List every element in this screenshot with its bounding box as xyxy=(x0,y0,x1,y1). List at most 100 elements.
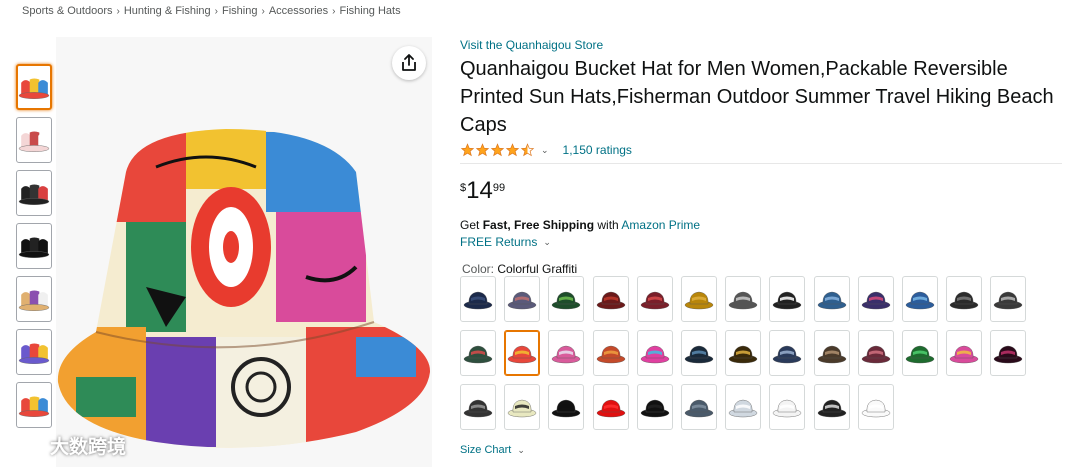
amazon-prime-link[interactable]: Amazon Prime xyxy=(621,218,700,232)
chevron-down-icon: ⌄ xyxy=(543,236,551,247)
bucket-hat-icon xyxy=(463,291,493,310)
share-button[interactable] xyxy=(392,46,426,80)
bucket-hat-icon xyxy=(596,291,626,310)
color-swatch[interactable] xyxy=(946,330,982,376)
thumbnail-list xyxy=(16,64,54,435)
color-swatch[interactable] xyxy=(681,384,717,430)
watermark-logo-icon xyxy=(12,438,45,454)
color-swatch[interactable] xyxy=(990,330,1026,376)
color-swatch[interactable] xyxy=(858,384,894,430)
bucket-hat-icon xyxy=(817,345,847,364)
color-swatch[interactable] xyxy=(769,330,805,376)
bucket-hat-icon xyxy=(640,399,670,418)
shipping-prefix: Get xyxy=(460,218,483,232)
breadcrumb-hunting-fishing[interactable]: Hunting & Fishing xyxy=(124,5,211,17)
thumb-black-hat[interactable] xyxy=(16,223,52,269)
breadcrumb-fishing-hats[interactable]: Fishing Hats xyxy=(339,5,400,17)
color-swatch[interactable] xyxy=(504,330,540,376)
bucket-hat-icon xyxy=(772,291,802,310)
thumb-hat-stack[interactable] xyxy=(16,382,52,428)
bucket-hat-icon xyxy=(463,345,493,364)
color-swatch[interactable] xyxy=(990,276,1026,322)
thumb-black-hat-side[interactable] xyxy=(16,170,52,216)
color-swatch[interactable] xyxy=(637,384,673,430)
breadcrumb-separator: › xyxy=(261,6,265,17)
bucket-hat-icon xyxy=(507,399,537,418)
color-swatch[interactable] xyxy=(504,276,540,322)
color-swatch[interactable] xyxy=(946,276,982,322)
bucket-hat-icon xyxy=(684,399,714,418)
color-swatch[interactable] xyxy=(769,384,805,430)
main-product-image[interactable] xyxy=(56,37,432,467)
bucket-hat-icon xyxy=(949,291,979,310)
bucket-hat-icon xyxy=(949,345,979,364)
color-swatch[interactable] xyxy=(548,330,584,376)
bucket-hat-icon xyxy=(507,291,537,310)
thumb-graffiti-hat[interactable] xyxy=(16,64,52,110)
color-swatch[interactable] xyxy=(725,330,761,376)
bucket-hat-icon xyxy=(463,399,493,418)
bucket-hat-icon xyxy=(993,291,1023,310)
color-swatch[interactable] xyxy=(681,330,717,376)
color-swatch[interactable] xyxy=(460,276,496,322)
thumbnail-image xyxy=(18,131,50,152)
color-swatch[interactable] xyxy=(593,330,629,376)
thumb-folded-hat[interactable] xyxy=(16,276,52,322)
color-swatch[interactable] xyxy=(637,330,673,376)
star-rating[interactable] xyxy=(460,143,535,157)
color-swatch[interactable] xyxy=(725,276,761,322)
color-value: Colorful Graffiti xyxy=(497,262,578,276)
thumbnail-image xyxy=(18,290,50,311)
color-swatch[interactable] xyxy=(460,384,496,430)
product-title: Quanhaigou Bucket Hat for Men Women,Pack… xyxy=(460,58,1054,136)
free-returns-label: FREE Returns xyxy=(460,235,538,249)
price-fraction: 99 xyxy=(492,182,506,194)
price: $ 14 99 xyxy=(460,178,1062,206)
chevron-down-icon: ⌄ xyxy=(517,444,525,455)
shipping-info: Get Fast, Free Shipping with Amazon Prim… xyxy=(460,218,1062,232)
breadcrumb-accessories[interactable]: Accessories xyxy=(269,5,328,17)
thumb-hat-on-head[interactable] xyxy=(16,329,52,375)
breadcrumb-fishing[interactable]: Fishing xyxy=(222,5,257,17)
color-swatch[interactable] xyxy=(769,276,805,322)
breadcrumb-sports-outdoors[interactable]: Sports & Outdoors xyxy=(22,5,113,17)
breadcrumb: Sports & Outdoors › Hunting & Fishing › Fish… xyxy=(22,5,401,17)
color-swatch[interactable] xyxy=(814,276,850,322)
bucket-hat-icon xyxy=(728,399,758,418)
bucket-hat-icon xyxy=(551,291,581,310)
store-link[interactable]: Visit the Quanhaigou Store xyxy=(460,38,1062,52)
color-swatch[interactable] xyxy=(548,276,584,322)
color-swatch[interactable] xyxy=(460,330,496,376)
bucket-hat-icon xyxy=(507,345,537,364)
color-swatch[interactable] xyxy=(814,384,850,430)
bucket-hat-icon xyxy=(861,399,891,418)
thumbnail-image xyxy=(18,78,50,99)
size-chart-link[interactable]: Size Chart ⌄ xyxy=(460,444,525,456)
color-swatch[interactable] xyxy=(593,384,629,430)
color-swatch[interactable] xyxy=(504,384,540,430)
thumbnail-image xyxy=(18,343,50,364)
price-whole: 14 xyxy=(466,177,493,204)
color-swatch[interactable] xyxy=(637,276,673,322)
free-returns[interactable]: FREE Returns ⌄ xyxy=(460,235,1062,249)
color-swatch[interactable] xyxy=(593,276,629,322)
rating-row: ⌄ 1,150 ratings xyxy=(460,141,1062,159)
color-swatch[interactable] xyxy=(902,276,938,322)
bucket-hat-icon xyxy=(772,345,802,364)
color-swatch[interactable] xyxy=(725,384,761,430)
color-swatch[interactable] xyxy=(548,384,584,430)
ratings-count-link[interactable]: 1,150 ratings xyxy=(563,143,632,157)
color-swatch[interactable] xyxy=(681,276,717,322)
bucket-hat-icon xyxy=(551,399,581,418)
star-half-icon xyxy=(520,143,535,157)
bucket-hat-icon xyxy=(817,291,847,310)
color-swatch[interactable] xyxy=(858,276,894,322)
chevron-down-icon[interactable]: ⌄ xyxy=(541,145,549,156)
color-swatch[interactable] xyxy=(814,330,850,376)
color-swatch[interactable] xyxy=(902,330,938,376)
thumbnail-image xyxy=(18,396,50,417)
bucket-hat-image xyxy=(57,129,431,448)
color-swatch[interactable] xyxy=(858,330,894,376)
bucket-hat-icon xyxy=(993,345,1023,364)
thumb-pattern-hat[interactable] xyxy=(16,117,52,163)
